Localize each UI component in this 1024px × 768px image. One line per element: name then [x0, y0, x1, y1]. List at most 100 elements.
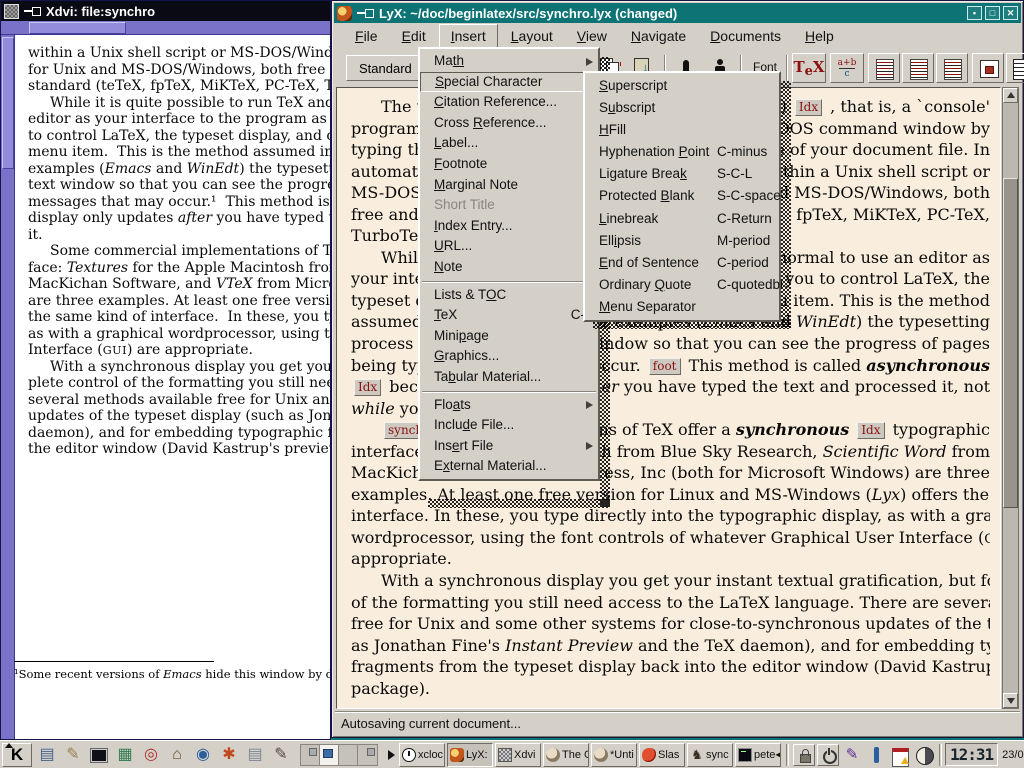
date-label[interactable]: 23/03/03	[1002, 749, 1024, 761]
scroll-down-arrow[interactable]	[1003, 693, 1018, 708]
menu-item-external-material[interactable]: External Material...	[420, 456, 598, 477]
xdvi-vscroll-thumb[interactable]	[2, 37, 14, 169]
xdvi-window: Xdvi: file:synchro within a Unix shell s…	[0, 0, 331, 740]
menu-item-marginal-note[interactable]: Marginal Note	[420, 175, 598, 196]
home-folder-icon[interactable]: ⌂	[165, 743, 189, 767]
display-settings-icon[interactable]: ▦	[113, 743, 137, 767]
clock-applet[interactable]: 12:31	[945, 743, 998, 766]
power-icon[interactable]	[817, 744, 839, 766]
menu-item-graphics[interactable]: Graphics...	[420, 346, 598, 367]
minimize-button[interactable]: ▪	[967, 6, 982, 20]
submenu-item-hyphenation-point[interactable]: Hyphenation PointC-minus	[585, 141, 779, 163]
menubar-item-navigate[interactable]: Navigate	[620, 25, 697, 47]
task-button-unti[interactable]: *Unti	[591, 743, 637, 767]
terminal-icon[interactable]	[87, 743, 111, 767]
menu-item-short-title[interactable]: Short Title	[420, 195, 598, 216]
submenu-item-menu-separator[interactable]: Menu Separator	[585, 296, 779, 318]
menu-item-label: Short Title	[434, 195, 495, 216]
insert-footnote-icon[interactable]	[868, 53, 900, 83]
lyx-titlebar[interactable]: LyX: ~/doc/beginlatex/src/synchro.lyx (c…	[334, 3, 1021, 23]
task-button-xdvi[interactable]: Xdvi	[495, 743, 541, 767]
xdvi-vertical-scrollbar[interactable]	[1, 35, 15, 739]
tex-mode-icon[interactable]: TeX	[792, 53, 826, 83]
submenu-item-ligature-break[interactable]: Ligature BreakS-C-L	[585, 163, 779, 185]
task-button-slas[interactable]: Slas	[639, 743, 685, 767]
desktop-settings-icon[interactable]: ✎	[61, 743, 85, 767]
menu-item-floats[interactable]: Floats	[420, 395, 598, 416]
taskbar-extender-icon[interactable]	[388, 750, 395, 760]
menu-item-tabular-material[interactable]: Tabular Material...	[420, 367, 598, 388]
editor-icon[interactable]: ✎	[269, 743, 293, 767]
kbar-icon[interactable]	[865, 744, 887, 766]
menu-item-cross-reference[interactable]: Cross Reference...	[420, 113, 598, 134]
menubar-item-file[interactable]: File	[344, 25, 389, 47]
xdvi-hscroll-thumb[interactable]	[29, 22, 126, 34]
math-mode-icon[interactable]: a+bc	[830, 53, 864, 83]
pager-desktop-1[interactable]	[301, 745, 320, 765]
pager-desktop-4[interactable]	[358, 745, 377, 765]
inset-foot[interactable]: foot	[649, 358, 681, 375]
submenu-item-superscript[interactable]: Superscript	[585, 75, 779, 97]
lyx-statusbar: Autosaving current document...	[335, 711, 1020, 734]
menu-item-include-file[interactable]: Include File...	[420, 415, 598, 436]
task-button-lyx[interactable]: LyX:	[447, 743, 493, 767]
documents-icon[interactable]: ▤	[243, 743, 267, 767]
help-icon[interactable]: ◎	[139, 743, 163, 767]
lock-icon[interactable]	[793, 744, 815, 766]
submenu-item-ordinary-quote[interactable]: Ordinary QuoteC-quotedbl	[585, 274, 779, 296]
menu-item-footnote[interactable]: Footnote	[420, 154, 598, 175]
scroll-up-arrow[interactable]	[1003, 88, 1018, 103]
insert-figure-icon[interactable]	[972, 53, 1004, 83]
xdvi-page[interactable]: within a Unix shell script or MS-DOS/Win…	[15, 35, 330, 739]
inset-idx[interactable]: Idx	[354, 379, 381, 396]
organizer-icon[interactable]	[889, 744, 911, 766]
maximize-button[interactable]: □	[985, 6, 1000, 20]
menubar-item-documents[interactable]: Documents	[699, 25, 792, 47]
task-button-pete[interactable]: pete◀	[735, 743, 781, 767]
kde-gear-icon[interactable]: ✱	[217, 743, 241, 767]
menu-item-citation-reference[interactable]: Citation Reference...	[420, 92, 598, 113]
web-browser-icon[interactable]: ◉	[191, 743, 215, 767]
menubar-item-insert[interactable]: Insert	[439, 24, 498, 48]
pager-desktop-3[interactable]	[339, 745, 358, 765]
submenu-item-hfill[interactable]: HFill	[585, 119, 779, 141]
menu-item-label[interactable]: Label...	[420, 133, 598, 154]
inset-idx[interactable]: Idx	[857, 422, 884, 439]
change-depth-icon[interactable]	[936, 53, 968, 83]
k-menu-button[interactable]: K	[2, 743, 32, 767]
menu-item-note[interactable]: Note	[420, 257, 598, 278]
xdvi-horizontal-scrollbar[interactable]	[1, 21, 330, 35]
klipper-icon[interactable]: ✎	[841, 744, 863, 766]
submenu-arrow-icon	[586, 58, 593, 66]
insert-table-icon[interactable]	[1006, 53, 1024, 83]
task-button-the-g[interactable]: The G	[543, 743, 589, 767]
xdvi-titlebar[interactable]: Xdvi: file:synchro	[1, 1, 330, 21]
submenu-item-linebreak[interactable]: LinebreakC-Return	[585, 208, 779, 230]
menubar-item-help[interactable]: Help	[794, 25, 845, 47]
menu-item-insert-file[interactable]: Insert File	[420, 436, 598, 457]
submenu-item-subscript[interactable]: Subscript	[585, 97, 779, 119]
menu-item-index-entry[interactable]: Index Entry...	[420, 216, 598, 237]
menubar-item-layout[interactable]: Layout	[500, 25, 564, 47]
menu-item-url[interactable]: URL...	[420, 236, 598, 257]
close-button[interactable]: ✕	[1003, 6, 1018, 20]
pager-desktop-2[interactable]	[320, 745, 339, 765]
menu-item-lists-toc[interactable]: Lists & TOC	[420, 285, 598, 306]
menubar-item-edit[interactable]: Edit	[391, 25, 437, 47]
menubar-item-view[interactable]: View	[566, 25, 618, 47]
lyx-vertical-scrollbar[interactable]	[1002, 87, 1019, 709]
insert-margin-icon[interactable]	[902, 53, 934, 83]
inset-idx[interactable]: Idx	[795, 99, 822, 116]
menu-item-tex[interactable]: TeXC-l	[420, 305, 598, 326]
moon-icon[interactable]	[913, 744, 935, 766]
menu-item-minipage[interactable]: Minipage	[420, 326, 598, 347]
task-button-sync[interactable]: ♞sync	[687, 743, 733, 767]
menu-item-special-character[interactable]: Special Character	[420, 72, 598, 93]
menu-item-math[interactable]: Math	[420, 51, 598, 72]
submenu-item-ellipsis[interactable]: EllipsisM-period	[585, 230, 779, 252]
submenu-item-end-of-sentence[interactable]: End of SentenceC-period	[585, 252, 779, 274]
submenu-item-protected-blank[interactable]: Protected BlankS-C-space	[585, 185, 779, 207]
window-list-icon[interactable]: ▤	[35, 743, 59, 767]
lyx-vscroll-thumb[interactable]	[1003, 178, 1018, 508]
task-button-xcloc[interactable]: xcloc	[399, 743, 445, 767]
